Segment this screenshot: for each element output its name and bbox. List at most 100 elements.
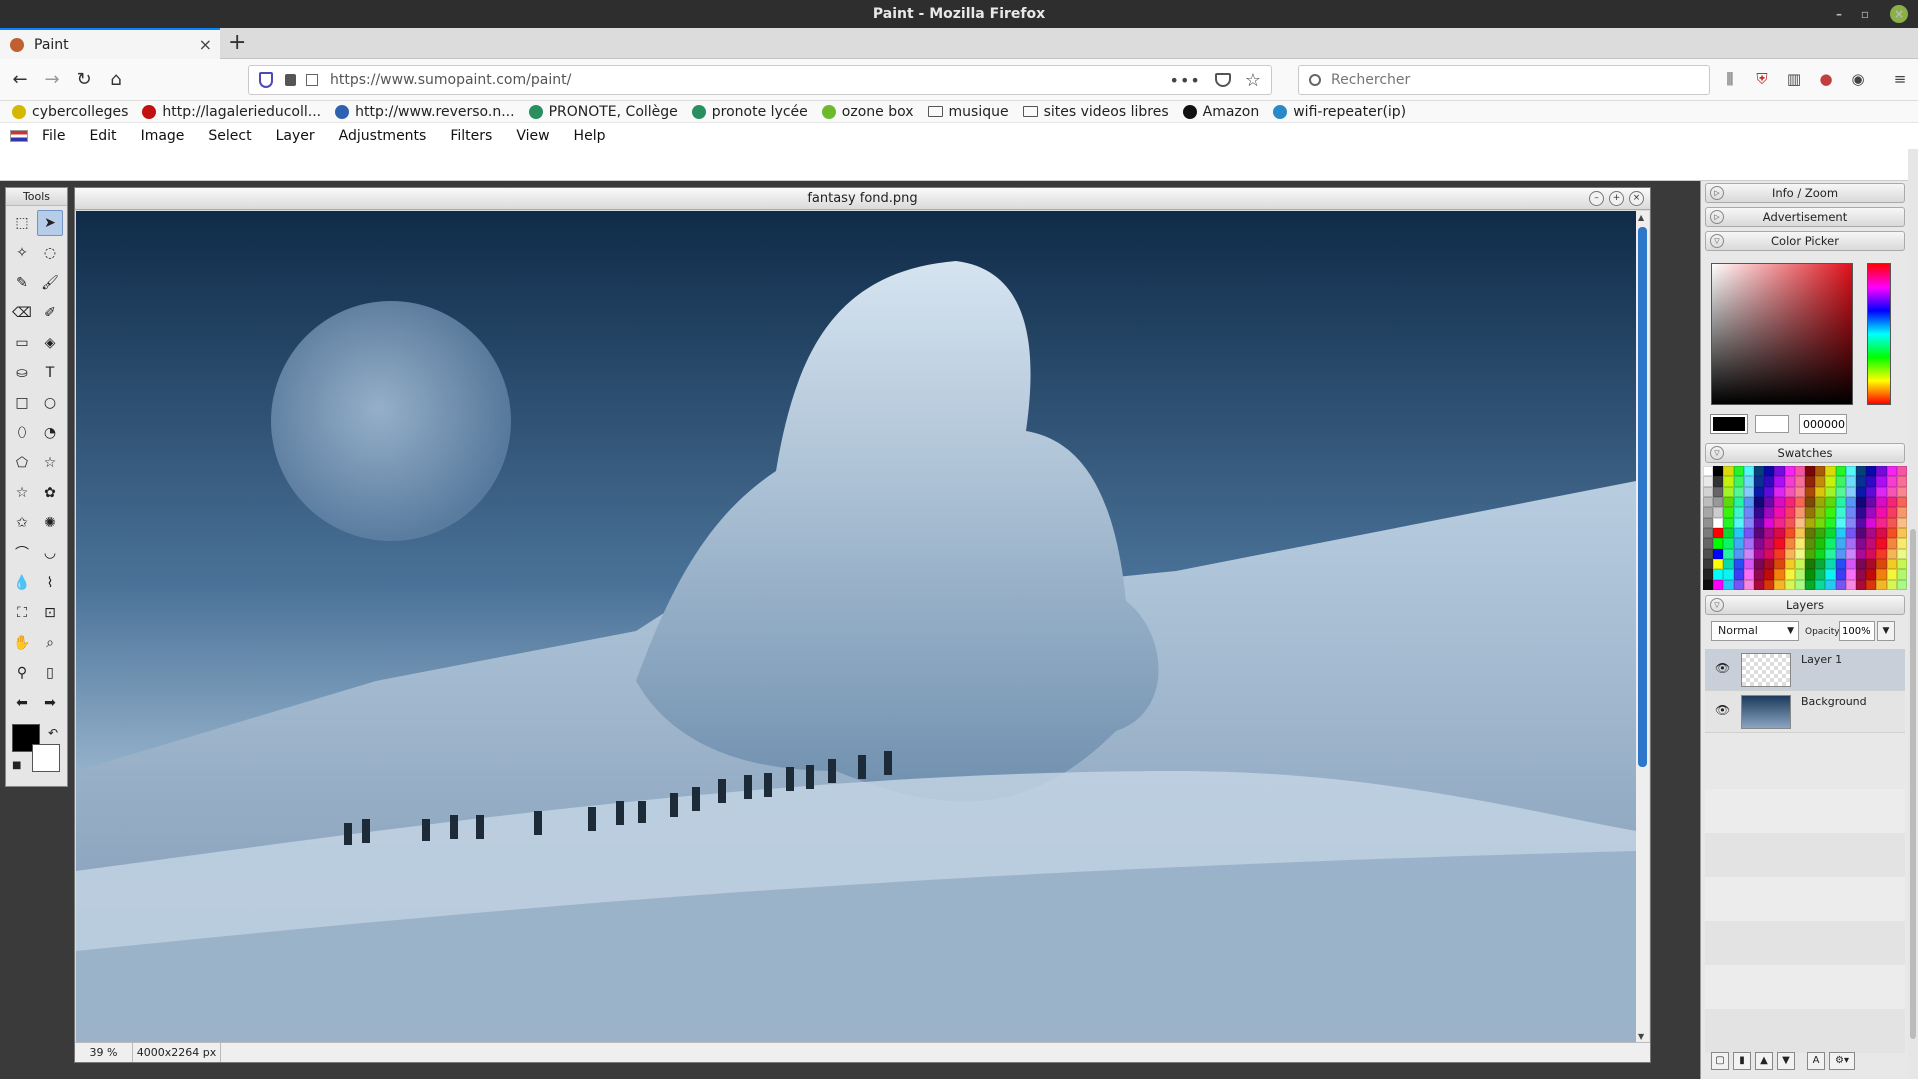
swatch[interactable] [1815, 558, 1826, 570]
move-layer-down-icon[interactable]: ▼ [1777, 1052, 1795, 1070]
swatch[interactable] [1876, 507, 1887, 518]
page-scrollbar[interactable] [1908, 149, 1918, 1079]
swatch[interactable] [1753, 579, 1765, 590]
swatch[interactable] [1733, 517, 1744, 528]
swatch[interactable] [1876, 486, 1887, 497]
swatch[interactable] [1794, 496, 1805, 508]
swatch[interactable] [1876, 569, 1887, 580]
layer-row[interactable]: 👁 Layer 1 [1705, 649, 1905, 691]
swatch[interactable] [1845, 527, 1856, 539]
background-color-swatch[interactable] [32, 744, 60, 772]
swatch[interactable] [1753, 569, 1765, 580]
swatch[interactable] [1764, 486, 1775, 497]
swatch[interactable] [1886, 466, 1897, 477]
swatch[interactable] [1886, 476, 1897, 487]
swatch[interactable] [1866, 527, 1877, 539]
swatch[interactable] [1703, 538, 1714, 549]
swatch[interactable] [1835, 548, 1846, 559]
zoom-level[interactable]: 39 % [75, 1043, 133, 1062]
swatch[interactable] [1845, 538, 1856, 549]
swatch[interactable] [1733, 466, 1744, 477]
swatch[interactable] [1703, 476, 1714, 487]
swatch[interactable] [1753, 486, 1765, 497]
clone-stamp-icon[interactable]: ⛀ [9, 360, 35, 386]
swatch[interactable] [1713, 548, 1724, 559]
swatch[interactable] [1886, 558, 1897, 570]
canvas-vertical-scrollbar[interactable]: ▲ ▼ [1636, 211, 1649, 1043]
swatch[interactable] [1713, 527, 1724, 539]
swatch[interactable] [1845, 517, 1856, 528]
url-text[interactable]: https://www.sumopaint.com/paint/ [330, 72, 1170, 88]
menu-edit[interactable]: Edit [89, 128, 116, 144]
swatch[interactable] [1733, 486, 1744, 497]
bookmark-item[interactable]: cybercolleges [12, 104, 128, 120]
swatch[interactable] [1876, 548, 1887, 559]
swatch[interactable] [1743, 476, 1754, 487]
url-bar[interactable]: https://www.sumopaint.com/paint/ ••• ☆ [248, 65, 1272, 95]
swatch[interactable] [1713, 486, 1724, 497]
swatch[interactable] [1845, 579, 1856, 590]
doc-close-icon[interactable]: × [1629, 191, 1644, 206]
swatch[interactable] [1896, 538, 1907, 549]
swatch[interactable] [1764, 548, 1775, 559]
swatch[interactable] [1815, 486, 1826, 497]
swatch[interactable] [1815, 476, 1826, 487]
swatch[interactable] [1825, 558, 1836, 570]
swatch[interactable] [1753, 517, 1765, 528]
blob-icon[interactable]: ⬯ [9, 420, 35, 446]
swatch[interactable] [1835, 476, 1846, 487]
swatch[interactable] [1753, 496, 1765, 508]
bookmark-item[interactable]: http://lagalerieducoll... [142, 104, 321, 120]
scroll-down-icon[interactable]: ▼ [1638, 1032, 1644, 1041]
expand-icon[interactable]: ▷ [1710, 210, 1724, 224]
swatch[interactable] [1764, 527, 1775, 539]
swatch[interactable] [1815, 579, 1826, 590]
swatch[interactable] [1753, 527, 1765, 539]
swatch[interactable] [1743, 507, 1754, 518]
swatch[interactable] [1886, 569, 1897, 580]
swatch[interactable] [1815, 569, 1826, 580]
trash-icon[interactable]: ▯ [37, 660, 63, 686]
swatch[interactable] [1784, 558, 1795, 570]
swatch[interactable] [1896, 476, 1907, 487]
swatch[interactable] [1866, 496, 1877, 508]
page-permissions-icon[interactable] [306, 74, 318, 86]
swatch[interactable] [1723, 496, 1734, 508]
bookmark-item[interactable]: wifi-repeater(ip) [1273, 104, 1406, 120]
hex-color-input[interactable] [1799, 414, 1847, 434]
swatch[interactable] [1804, 548, 1816, 559]
menu-view[interactable]: View [516, 128, 549, 144]
undo-arrow-icon[interactable]: ⬅ [9, 690, 35, 716]
swatch[interactable] [1713, 476, 1724, 487]
redo-arrow-icon[interactable]: ➡ [37, 690, 63, 716]
opacity-dropdown-icon[interactable]: ▼ [1877, 621, 1895, 641]
lock-icon[interactable] [285, 74, 296, 86]
collapse-icon[interactable]: ▽ [1710, 234, 1724, 248]
menu-adjustments[interactable]: Adjustments [339, 128, 427, 144]
ellipse-icon[interactable]: ○ [37, 390, 63, 416]
swatch[interactable] [1703, 486, 1714, 497]
swatch[interactable] [1886, 507, 1897, 518]
swatch[interactable] [1876, 558, 1887, 570]
swatch[interactable] [1774, 558, 1785, 570]
text-icon[interactable]: T [37, 360, 63, 386]
swatch[interactable] [1733, 548, 1744, 559]
swatch[interactable] [1743, 548, 1754, 559]
info-zoom-panel-header[interactable]: ▷ Info / Zoom [1705, 183, 1905, 203]
swatch[interactable] [1794, 486, 1805, 497]
new-tab-button[interactable]: + [228, 30, 246, 55]
swatch[interactable] [1876, 517, 1887, 528]
search-bar[interactable] [1298, 65, 1710, 95]
swatch[interactable] [1784, 548, 1795, 559]
swatch[interactable] [1815, 507, 1826, 518]
swatch[interactable] [1886, 579, 1897, 590]
swatch[interactable] [1794, 517, 1805, 528]
layer-style-icon[interactable]: A [1807, 1052, 1825, 1070]
swatch[interactable] [1733, 569, 1744, 580]
swatch[interactable] [1703, 558, 1714, 570]
swatch[interactable] [1703, 569, 1714, 580]
bookmark-item[interactable]: musique [927, 104, 1009, 120]
pointer-icon[interactable]: ➤ [37, 210, 63, 236]
swatch[interactable] [1784, 486, 1795, 497]
swatch[interactable] [1784, 496, 1795, 508]
